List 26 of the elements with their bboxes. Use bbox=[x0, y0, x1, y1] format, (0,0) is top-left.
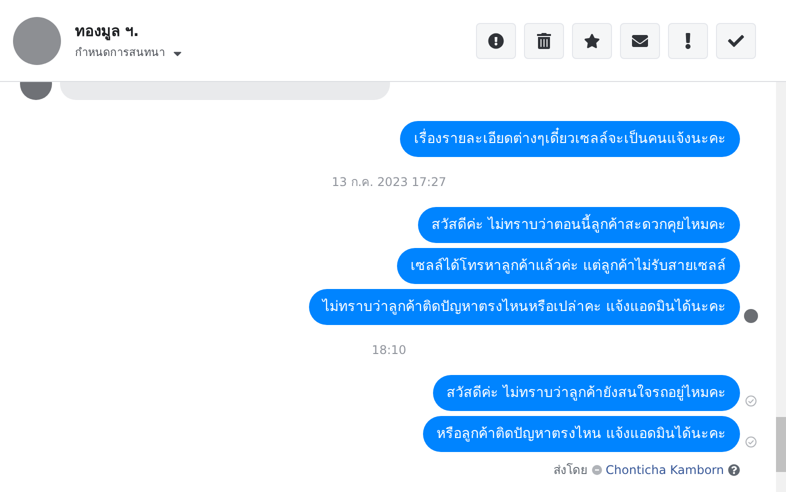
mail-button[interactable] bbox=[620, 22, 660, 58]
contact-name: ทองมูล ฯ. bbox=[75, 20, 140, 42]
help-icon bbox=[728, 464, 740, 476]
message-bubble: เรื่องรายละเอียดต่างๆเดี๋ยวเซลล์จะเป็นคนแจ้งนะคะ bbox=[400, 121, 740, 157]
envelope-icon bbox=[632, 32, 648, 48]
message-bubble: หรือลูกค้าติดปัญหาตรงไหน แจ้งแอดมินได้นะคะ bbox=[422, 416, 740, 452]
delete-button[interactable] bbox=[524, 22, 564, 58]
flag-button[interactable] bbox=[668, 22, 708, 58]
sender-name: Chonticha Kamborn bbox=[606, 462, 724, 479]
check-icon bbox=[728, 32, 744, 48]
message-bubble: สวัสดีค่ะ ไม่ทราบว่าลูกค้ายังสนใจรถอยู่ไหมคะ bbox=[432, 375, 740, 411]
message-bubble: เซลล์ได้โทรหาลูกค้าแล้วค่ะ แต่ลูกค้าไม่รับสายเซลล์ bbox=[396, 248, 740, 284]
message-bubble: ไม่ทราบว่าลูกค้าติดปัญหาตรงไหนหรือเปล่าคะ แจ้งแอดมินได้นะคะ bbox=[308, 289, 740, 325]
timestamp: 18:10 bbox=[372, 342, 406, 359]
trash-icon bbox=[536, 32, 552, 48]
scrollbar-thumb[interactable] bbox=[776, 417, 786, 472]
sent-by-label: ส่งโดย bbox=[554, 462, 588, 479]
done-button[interactable] bbox=[716, 22, 756, 58]
profile-photo bbox=[13, 16, 61, 64]
message-bubble: สวัสดีค่ะ ไม่ทราบว่าตอนนี้ลูกค้าสะดวกคุยไหมคะ bbox=[418, 207, 740, 243]
conversation-menu[interactable]: กำหนดการสนทนา bbox=[75, 45, 184, 62]
report-icon bbox=[488, 32, 504, 48]
timestamp: 13 ก.ค. 2023 17:27 bbox=[332, 174, 446, 191]
alert-button[interactable] bbox=[476, 22, 516, 58]
star-button[interactable] bbox=[572, 22, 612, 58]
star-icon bbox=[584, 32, 600, 48]
